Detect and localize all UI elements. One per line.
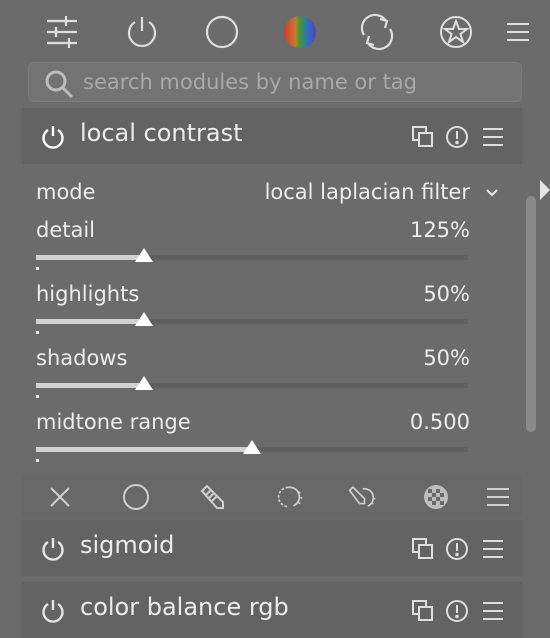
multi-instance-icon[interactable] <box>410 536 436 562</box>
hamburger-menu-icon[interactable] <box>498 12 538 52</box>
slider-value: 0.500 <box>409 410 470 434</box>
slider-marker-icon[interactable] <box>135 312 153 326</box>
slider-value: 125% <box>409 218 470 242</box>
off-x-icon[interactable] <box>46 483 74 511</box>
slider-origin-dot <box>36 331 39 334</box>
menu-icon[interactable] <box>484 483 512 511</box>
presets-menu-icon[interactable] <box>480 124 506 150</box>
refresh-icon[interactable] <box>357 12 397 52</box>
slider-value: 50% <box>423 346 470 370</box>
module-title: sigmoid <box>80 531 175 559</box>
slider-track[interactable] <box>36 319 468 324</box>
module-header-color-balance-rgb[interactable]: color balance rgb <box>22 582 522 638</box>
raster-mask-icon[interactable] <box>422 483 450 511</box>
slider-origin-dot <box>36 395 39 398</box>
mode-value[interactable]: local laplacian filter <box>218 180 470 204</box>
module-title: local contrast <box>80 119 243 147</box>
slider-fill <box>36 255 144 260</box>
drawn-mask-pencil-icon[interactable] <box>198 483 226 511</box>
search-input[interactable] <box>83 67 503 97</box>
chevron-down-icon[interactable] <box>484 186 500 200</box>
slider-value: 50% <box>423 282 470 306</box>
multi-instance-icon[interactable] <box>410 598 436 624</box>
slider-fill <box>36 383 144 388</box>
reset-icon[interactable] <box>444 536 470 562</box>
slider-label: detail <box>36 218 96 242</box>
slider-fill <box>36 319 144 324</box>
slider-marker-icon[interactable] <box>135 376 153 390</box>
panel-scrollbar[interactable] <box>526 196 536 432</box>
expand-right-panel-icon[interactable] <box>540 176 550 216</box>
sliders-icon[interactable] <box>42 12 82 52</box>
module-header-local-contrast[interactable]: local contrast <box>22 108 522 164</box>
slider-label: highlights <box>36 282 140 306</box>
module-power-icon[interactable] <box>40 598 66 624</box>
search-icon <box>43 68 75 100</box>
slider-marker-icon[interactable] <box>243 440 261 454</box>
slider-origin-dot <box>36 459 39 462</box>
module-power-icon[interactable] <box>40 536 66 562</box>
reset-icon[interactable] <box>444 124 470 150</box>
presets-menu-icon[interactable] <box>480 536 506 562</box>
slider-fill <box>36 447 252 452</box>
multi-instance-icon[interactable] <box>410 124 436 150</box>
favorite-star-icon[interactable] <box>436 12 476 52</box>
drawn-parametric-mask-icon[interactable] <box>348 483 376 511</box>
module-header-sigmoid[interactable]: sigmoid <box>22 520 522 576</box>
slider-marker-icon[interactable] <box>135 248 153 262</box>
blend-mode-strip <box>22 474 522 518</box>
module-title: color balance rgb <box>80 593 289 621</box>
slider-origin-dot <box>36 267 39 270</box>
uniform-circle-icon[interactable] <box>122 483 150 511</box>
search-box[interactable] <box>28 62 522 102</box>
reset-icon[interactable] <box>444 598 470 624</box>
color-wheel-icon[interactable] <box>280 12 320 52</box>
module-power-icon[interactable] <box>40 124 66 150</box>
power-icon[interactable] <box>122 12 162 52</box>
parametric-mask-icon[interactable] <box>276 483 304 511</box>
slider-track[interactable] <box>36 255 468 260</box>
slider-label: midtone range <box>36 410 191 434</box>
slider-label: shadows <box>36 346 128 370</box>
mode-label: mode <box>36 180 96 204</box>
circle-icon[interactable] <box>202 12 242 52</box>
presets-menu-icon[interactable] <box>480 598 506 624</box>
slider-track[interactable] <box>36 383 468 388</box>
